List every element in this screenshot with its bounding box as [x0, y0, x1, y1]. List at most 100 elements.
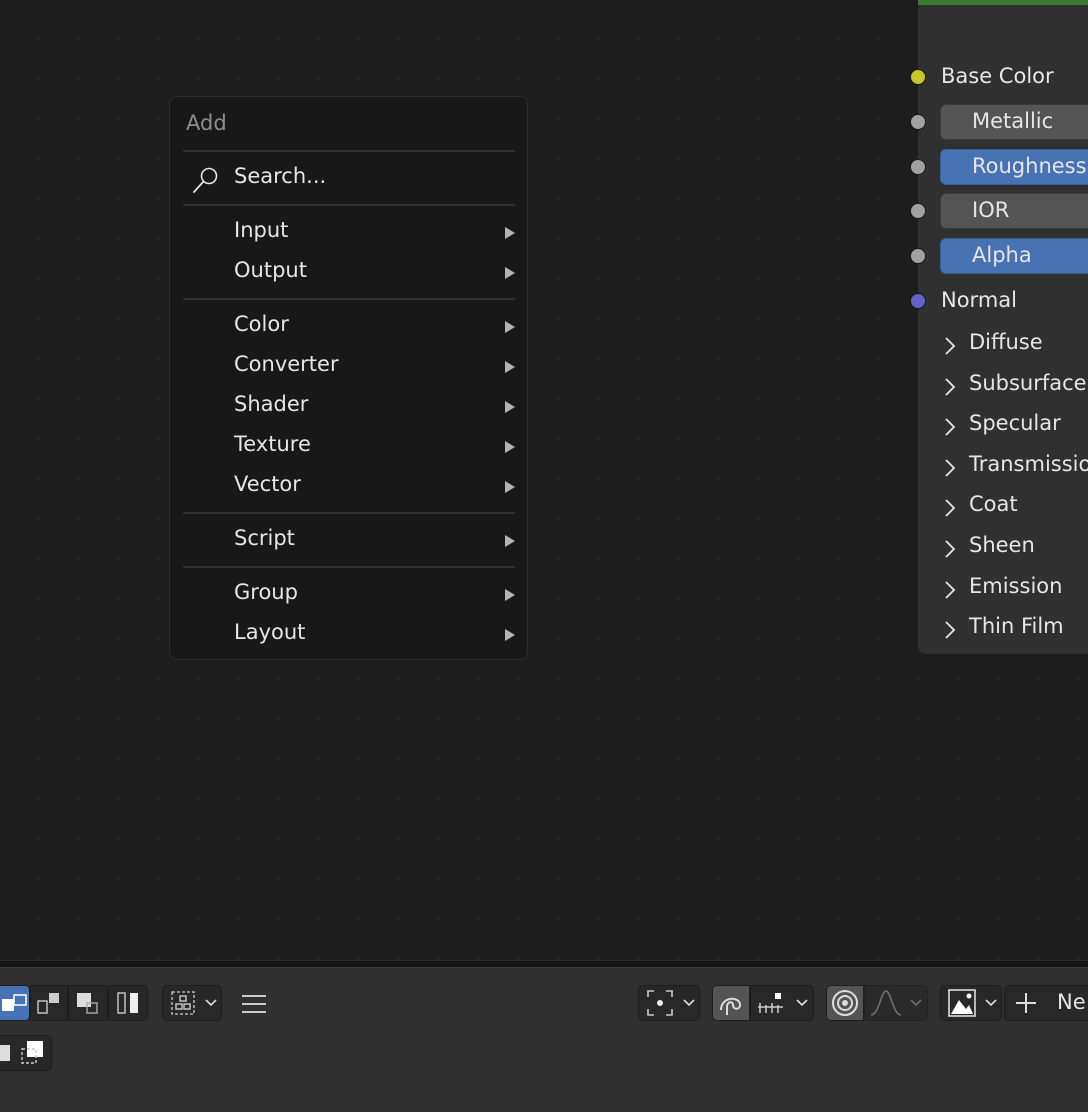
menu-separator [183, 298, 515, 300]
menu-item-label: Script [234, 526, 295, 550]
chevron-right-icon [945, 378, 956, 396]
chevron-right-icon [945, 418, 956, 436]
menu-search[interactable]: Search... [183, 153, 515, 205]
field-label: Alpha [972, 243, 1032, 267]
new-button-label: Ne [1057, 990, 1086, 1014]
image-browse-dropdown[interactable] [940, 985, 1002, 1021]
submenu-arrow-icon [505, 441, 515, 453]
menu-item-converter[interactable]: Converter [183, 347, 515, 387]
menu-separator [183, 150, 515, 152]
area-divider[interactable] [0, 960, 1088, 968]
chevron-right-icon [945, 337, 956, 355]
panel-label: Specular [969, 411, 1061, 435]
node-select-icon [171, 991, 195, 1015]
menu-item-label: Group [234, 580, 298, 604]
submenu-arrow-icon [505, 481, 515, 493]
submenu-arrow-icon [505, 535, 515, 547]
menu-item-label: Output [234, 258, 307, 282]
chevron-right-icon [945, 621, 956, 639]
panel-label: Thin Film [969, 614, 1064, 638]
menu-item-vector[interactable]: Vector [183, 467, 515, 507]
menu-item-script[interactable]: Script [183, 521, 515, 561]
add-menu: Add Search... Input Output Color Convert… [169, 96, 528, 660]
select-subtract-icon [77, 993, 98, 1014]
snap-increment-dropdown[interactable] [750, 985, 814, 1021]
menu-item-label: Shader [234, 392, 309, 416]
roughness-field[interactable]: Roughness [940, 149, 1088, 185]
menu-item-layout[interactable]: Layout [183, 615, 515, 655]
select-difference-icon [117, 992, 138, 1014]
chevron-down-icon [985, 999, 997, 1007]
snap-toggle-button[interactable] [712, 985, 750, 1021]
new-image-button[interactable]: Ne [1004, 985, 1088, 1021]
pivot-icon [647, 990, 673, 1016]
submenu-arrow-icon [505, 227, 515, 239]
select-extend-icon [37, 993, 59, 1014]
chevron-down-icon [796, 999, 808, 1007]
menu-item-label: Input [234, 218, 289, 242]
submenu-arrow-icon [505, 401, 515, 413]
menu-icon[interactable] [241, 993, 267, 1015]
submenu-arrow-icon [505, 267, 515, 279]
chevron-down-icon [205, 999, 217, 1007]
menu-title: Add [186, 111, 227, 135]
menu-item-label: Texture [234, 432, 311, 456]
menu-item-label: Vector [234, 472, 301, 496]
pivot-dropdown[interactable] [638, 985, 700, 1021]
ior-field[interactable]: IOR [940, 193, 1088, 229]
socket-normal[interactable] [910, 293, 926, 309]
tool-settings-group[interactable] [0, 1035, 52, 1071]
panel-label: Emission [969, 574, 1063, 598]
chevron-right-icon [945, 459, 956, 477]
field-label: Metallic [972, 109, 1054, 133]
node-select-dropdown[interactable] [162, 985, 222, 1021]
metallic-field[interactable]: Metallic [940, 104, 1088, 140]
menu-separator [183, 566, 515, 568]
input-label-normal: Normal [941, 288, 1017, 312]
submenu-arrow-icon [505, 321, 515, 333]
socket-metallic[interactable] [910, 114, 926, 130]
select-lasso-icon [21, 1041, 43, 1064]
falloff-dropdown[interactable] [864, 985, 928, 1021]
snap-increment-icon [758, 993, 783, 1013]
socket-roughness[interactable] [910, 159, 926, 175]
select-mode-subtract-button[interactable] [68, 985, 108, 1021]
field-label: Roughness [972, 154, 1087, 178]
submenu-arrow-icon [505, 589, 515, 601]
falloff-icon [870, 990, 902, 1016]
proportional-edit-button[interactable] [826, 985, 864, 1021]
select-mode-extend-button[interactable] [30, 985, 68, 1021]
submenu-arrow-icon [505, 629, 515, 641]
socket-alpha[interactable] [910, 248, 926, 264]
panel-label: Subsurface [969, 371, 1087, 395]
menu-item-output[interactable]: Output [183, 253, 515, 293]
select-mode-difference-button[interactable] [108, 985, 148, 1021]
menu-item-input[interactable]: Input [183, 213, 515, 253]
field-label: IOR [972, 198, 1010, 222]
shader-node[interactable]: Base Color Metallic Roughness IOR Alpha … [910, 0, 1088, 654]
submenu-arrow-icon [505, 361, 515, 373]
chevron-right-icon [945, 581, 956, 599]
menu-item-label: Color [234, 312, 289, 336]
menu-item-group[interactable]: Group [183, 575, 515, 615]
select-box-icon [0, 1045, 10, 1061]
search-placeholder: Search... [234, 164, 327, 188]
select-mode-set-button[interactable] [0, 985, 30, 1021]
socket-ior[interactable] [910, 203, 926, 219]
panel-label: Diffuse [969, 330, 1043, 354]
menu-separator [183, 512, 515, 514]
menu-item-color[interactable]: Color [183, 307, 515, 347]
panel-label: Coat [969, 492, 1018, 516]
menu-separator [183, 204, 515, 206]
plus-icon [1016, 993, 1036, 1013]
search-icon [193, 167, 218, 193]
chevron-right-icon [945, 499, 956, 517]
select-set-icon [2, 994, 27, 1011]
menu-item-label: Layout [234, 620, 306, 644]
menu-item-shader[interactable]: Shader [183, 387, 515, 427]
socket-base-color[interactable] [910, 69, 926, 85]
editor-header: Ne [0, 968, 1088, 1112]
alpha-field[interactable]: Alpha [940, 238, 1088, 274]
node-header[interactable] [918, 0, 1088, 5]
menu-item-texture[interactable]: Texture [183, 427, 515, 467]
